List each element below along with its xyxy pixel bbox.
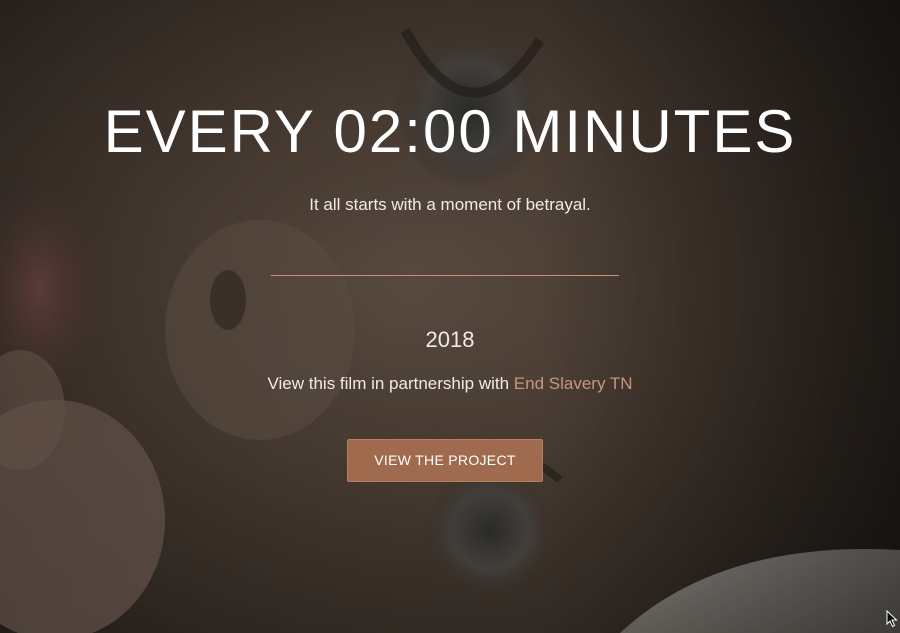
view-project-button[interactable]: VIEW THE PROJECT — [347, 439, 543, 482]
mouse-pointer-icon — [886, 610, 898, 628]
partner-link[interactable]: End Slavery TN — [514, 374, 633, 393]
divider — [271, 275, 619, 276]
release-year: 2018 — [425, 327, 475, 352]
partnership-prefix: View this film in partnership with — [267, 374, 514, 393]
hero-tagline: It all starts with a moment of betrayal. — [309, 195, 591, 214]
hero-content: EVERY 02:00 MINUTES It all starts with a… — [0, 0, 900, 633]
hero-title: EVERY 02:00 MINUTES — [103, 98, 797, 165]
hero-section: EVERY 02:00 MINUTES It all starts with a… — [0, 0, 900, 633]
partnership-text: View this film in partnership with End S… — [0, 373, 900, 395]
